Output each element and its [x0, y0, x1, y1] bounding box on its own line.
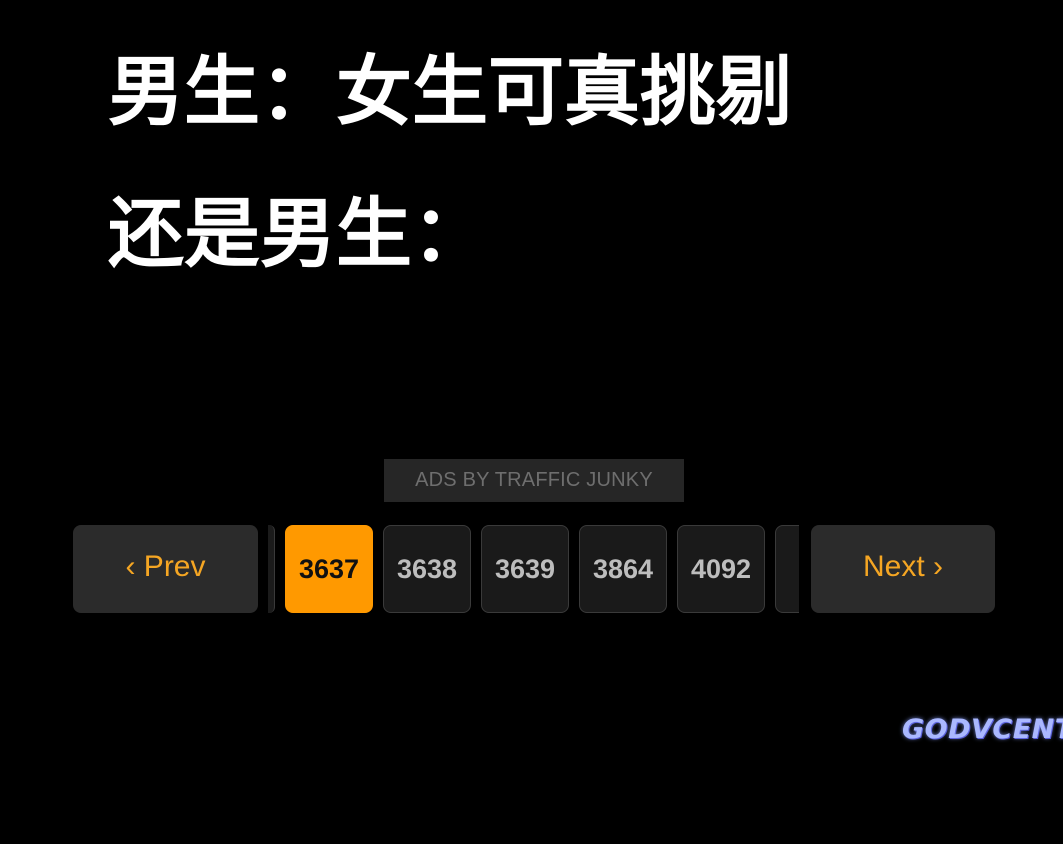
- page-button[interactable]: 3864: [579, 525, 667, 613]
- page-button-partial[interactable]: 4: [775, 525, 799, 613]
- watermark-logo: GODVCENT: [902, 714, 1063, 745]
- page-button-current[interactable]: 3637: [285, 525, 373, 613]
- caption-line-2: 还是男生：: [108, 189, 488, 278]
- ads-label: ADS BY TRAFFIC JUNKY: [384, 459, 684, 502]
- strip-scroll-edge: [268, 525, 275, 613]
- page-number-strip: 3637 3638 3639 3864 4092 4: [268, 525, 799, 613]
- prev-button[interactable]: ‹ Prev: [73, 525, 258, 613]
- page-button[interactable]: 4092: [677, 525, 765, 613]
- next-button[interactable]: Next ›: [811, 525, 995, 613]
- page-button[interactable]: 3638: [383, 525, 471, 613]
- caption-line-1: 男生：女生可真挑剔: [108, 47, 792, 136]
- page-button[interactable]: 3639: [481, 525, 569, 613]
